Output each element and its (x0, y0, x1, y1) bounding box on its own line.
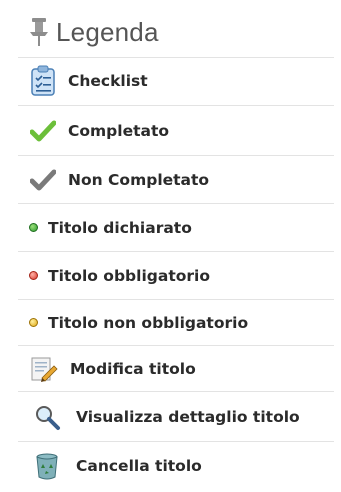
pin-icon (30, 18, 48, 46)
legend-item-label: Titolo obbligatorio (48, 266, 210, 285)
legend-item-modifica-titolo: Modifica titolo (18, 345, 334, 391)
edit-document-icon (31, 357, 58, 382)
legend-item-label: Checklist (68, 71, 148, 90)
legend-item-label: Titolo non obbligatorio (48, 313, 249, 332)
legend-item-label: Visualizza dettaglio titolo (76, 407, 300, 426)
recycle-bin-icon (36, 453, 58, 479)
legend-item-non-completato: Non Completato (18, 155, 334, 203)
green-check-icon (30, 120, 56, 141)
legend-item-completato: Completato (18, 105, 334, 155)
legend-item-checklist: Checklist (18, 57, 334, 103)
legend-item-titolo-obbligatorio: Titolo obbligatorio (18, 251, 334, 299)
legend-item-titolo-non-obbligatorio: Titolo non obbligatorio (18, 299, 334, 345)
clipboard-icon (31, 65, 55, 96)
yellow-dot-icon (28, 318, 38, 327)
red-dot-icon (28, 271, 38, 280)
legend-item-visualizza-dettaglio-titolo: Visualizza dettaglio titolo (18, 391, 334, 441)
magnifier-icon (36, 405, 60, 430)
legend-panel: Legenda Checklist Completato Non Complet… (0, 0, 341, 492)
green-dot-icon (28, 223, 38, 232)
gray-check-icon (30, 169, 56, 190)
legend-header: Legenda (28, 12, 328, 52)
legend-item-label: Cancella titolo (76, 456, 202, 475)
legend-item-label: Non Completato (68, 170, 210, 189)
legend-item-label: Titolo dichiarato (48, 218, 192, 237)
legend-item-label: Modifica titolo (70, 359, 196, 378)
legend-item-cancella-titolo: Cancella titolo (18, 441, 334, 489)
legend-title: Legenda (56, 16, 159, 47)
legend-item-titolo-dichiarato: Titolo dichiarato (18, 203, 334, 251)
legend-item-label: Completato (68, 121, 170, 140)
